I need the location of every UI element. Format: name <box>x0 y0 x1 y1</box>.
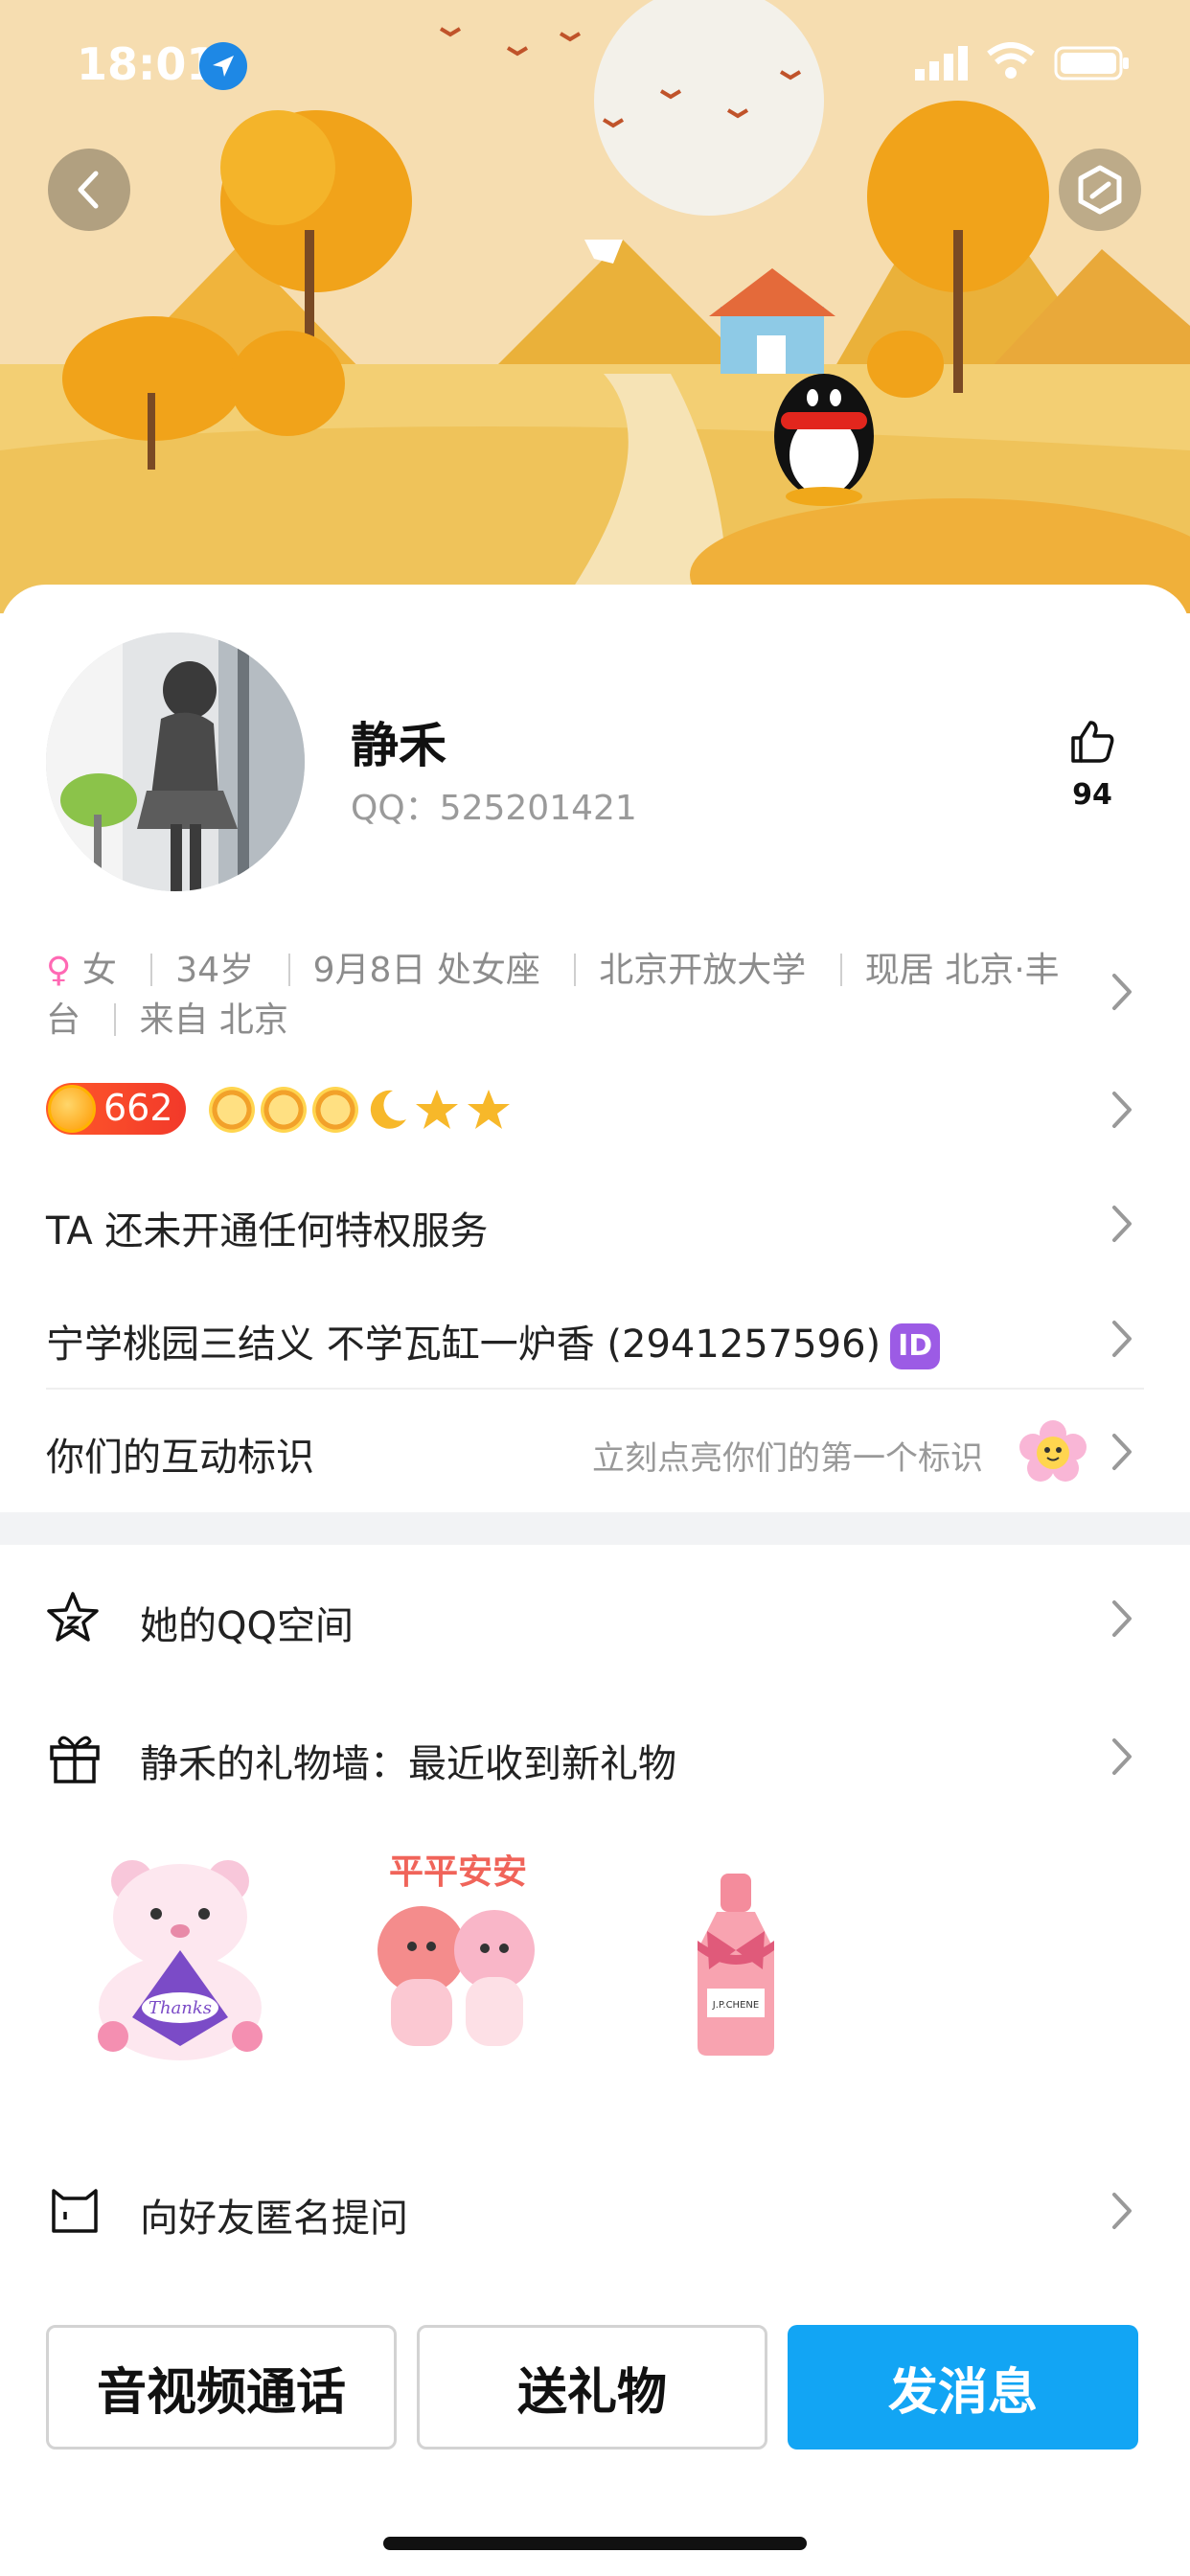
school: 北京开放大学 <box>599 951 807 990</box>
qzone-star-icon <box>47 1592 99 1642</box>
send-message-button[interactable]: 发消息 <box>788 2325 1138 2450</box>
chevron-left-icon <box>78 171 99 209</box>
gift3-text: J.P.CHENE <box>712 2000 759 2011</box>
gift2-text: 平平安安 <box>389 1854 527 1892</box>
hometown: 来自 北京 <box>139 1000 288 1040</box>
status-time: 18:01 <box>77 38 217 90</box>
chevron-right-icon <box>1107 1595 1135 1643</box>
qzone-row[interactable]: 她的QQ空间 <box>140 1595 354 1650</box>
send-gift-button[interactable]: 送礼物 <box>417 2325 767 2450</box>
sun-level-icon <box>312 1087 358 1133</box>
age: 34岁 <box>175 951 255 990</box>
gift-wall-row[interactable]: 静禾的礼物墙：最近收到新礼物 <box>140 1733 676 1788</box>
chevron-right-icon <box>1107 1733 1135 1781</box>
level-number: 662 <box>103 1087 173 1129</box>
section-separator <box>0 1512 1190 1545</box>
profile-name: 静禾 <box>351 718 446 773</box>
like-button[interactable] <box>1067 717 1117 770</box>
thumbs-up-icon <box>1071 721 1114 763</box>
cellular-signal-icon <box>915 46 969 84</box>
anonymous-question-row[interactable]: 向好友匿名提问 <box>140 2187 408 2242</box>
hexagon-icon <box>1078 165 1122 215</box>
gender: 女 <box>81 951 117 990</box>
privilege-row[interactable]: TA 还未开通任何特权服务 <box>46 1200 488 1255</box>
moon-level-icon <box>370 1090 406 1129</box>
gift-item-bear[interactable]: Thanks <box>84 1854 276 2065</box>
like-count: 94 <box>1072 778 1112 812</box>
gift1-text: Thanks <box>149 1998 212 2018</box>
female-icon: ♀ <box>46 951 72 990</box>
star-level-icon <box>416 1090 458 1129</box>
interaction-hint: 立刻点亮你们的第一个标识 <box>592 1439 983 1478</box>
avatar[interactable] <box>46 632 305 891</box>
interaction-mark-row[interactable]: 你们的互动标识 <box>46 1426 314 1482</box>
residence: 现居 北京·丰 <box>864 951 1060 990</box>
chevron-right-icon <box>1107 2187 1135 2235</box>
back-button[interactable] <box>48 149 130 231</box>
star-level-icon <box>468 1090 510 1129</box>
qq-number: QQ：525201421 <box>351 789 637 828</box>
profile-cover-banner <box>0 0 1190 613</box>
profile-info-row-2: 台 来自 北京 <box>46 992 288 1042</box>
battery-icon <box>1054 46 1131 84</box>
flower-mark-icon <box>1019 1420 1087 1482</box>
more-options-button[interactable] <box>1059 149 1141 231</box>
sun-level-icon <box>209 1087 255 1133</box>
anonymous-question-icon <box>52 2189 98 2233</box>
level-coin-icon <box>48 1085 96 1133</box>
id-badge-icon: ID <box>890 1323 941 1369</box>
signature-row[interactable]: 宁学桃园三结义 不学瓦缸一炉香 (2941257596) ID <box>46 1313 941 1369</box>
chevron-right-icon <box>1107 1315 1135 1363</box>
location-arrow-icon <box>199 42 247 90</box>
home-indicator[interactable] <box>383 2537 807 2550</box>
birthday: 9月8日 处女座 <box>312 951 540 990</box>
chevron-right-icon <box>1107 1200 1135 1248</box>
chevron-right-icon <box>1107 1428 1135 1476</box>
gift-item-peace[interactable]: 平平安安 <box>362 1852 554 2065</box>
gift-icon <box>50 1736 100 1783</box>
sun-level-icon <box>261 1087 307 1133</box>
residence-cont: 台 <box>46 1000 81 1040</box>
signature-text: 宁学桃园三结义 不学瓦缸一炉香 (2941257596) <box>46 1322 881 1367</box>
video-call-button[interactable]: 音视频通话 <box>46 2325 397 2450</box>
divider <box>46 1388 1144 1390</box>
profile-info-row[interactable]: ♀ 女 34岁 9月8日 处女座 北京开放大学 现居 北京·丰 <box>46 942 1060 992</box>
gift-item-bottle[interactable]: J.P.CHENE <box>640 1854 832 2065</box>
chevron-right-icon <box>1107 1086 1135 1134</box>
chevron-right-icon <box>1107 968 1135 1016</box>
wifi-icon <box>987 42 1035 84</box>
